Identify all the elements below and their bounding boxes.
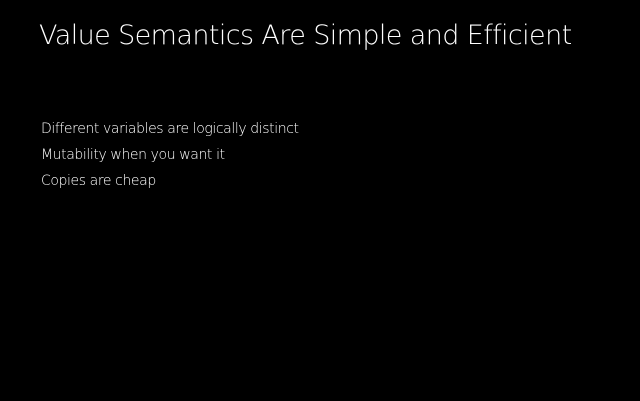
bullet-item: Copies are cheap [41, 173, 156, 189]
slide-title: Value Semantics Are Simple and Efficient [39, 20, 572, 51]
bullet-item: Mutability when you want it [41, 147, 225, 163]
presentation-slide: Value Semantics Are Simple and Efficient… [0, 0, 640, 401]
bullet-list: Different variables are logically distin… [41, 116, 299, 194]
bullet-item: Different variables are logically distin… [41, 121, 299, 137]
